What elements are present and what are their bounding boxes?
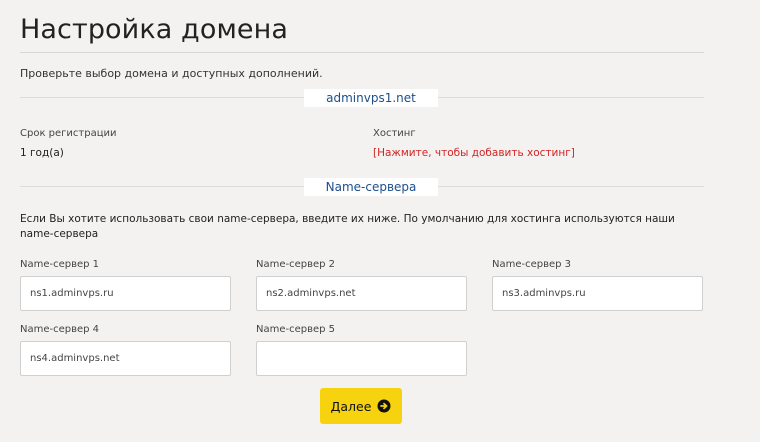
nameserver-4-label: Name-сервер 4 <box>20 324 100 335</box>
domain-name-label: adminvps1.net <box>304 89 438 107</box>
domain-section-header: adminvps1.net <box>20 89 704 107</box>
nameserver-5-label: Name-сервер 5 <box>256 324 336 335</box>
nameservers-heading: Name-сервера <box>304 178 438 196</box>
nameservers-info-text: Если Вы хотите использовать свои name-се… <box>20 213 675 240</box>
nameserver-1-label: Name-сервер 1 <box>20 259 100 270</box>
intro-text: Проверьте выбор домена и доступных допол… <box>20 67 323 80</box>
hosting-label: Хостинг <box>373 128 416 139</box>
nameserver-3-input[interactable] <box>492 276 703 311</box>
arrow-circle-right-icon <box>377 399 391 413</box>
add-hosting-link[interactable]: [Нажмите, чтобы добавить хостинг] <box>373 147 575 159</box>
nameserver-1-input[interactable] <box>20 276 231 311</box>
next-button[interactable]: Далее <box>320 388 402 424</box>
nameserver-4-input[interactable] <box>20 341 231 376</box>
domain-config-page: Настройка домена Проверьте выбор домена … <box>0 0 760 442</box>
nameserver-3-label: Name-сервер 3 <box>492 259 572 270</box>
registration-period-label: Срок регистрации <box>20 128 117 139</box>
next-button-label: Далее <box>330 398 372 414</box>
nameserver-5-input[interactable] <box>256 341 467 376</box>
nameserver-2-input[interactable] <box>256 276 467 311</box>
nameserver-2-label: Name-сервер 2 <box>256 259 336 270</box>
page-title: Настройка домена <box>20 14 289 45</box>
title-divider <box>20 52 704 53</box>
nameservers-section-header: Name-сервера <box>20 178 704 196</box>
registration-period-value: 1 год(а) <box>20 147 64 159</box>
